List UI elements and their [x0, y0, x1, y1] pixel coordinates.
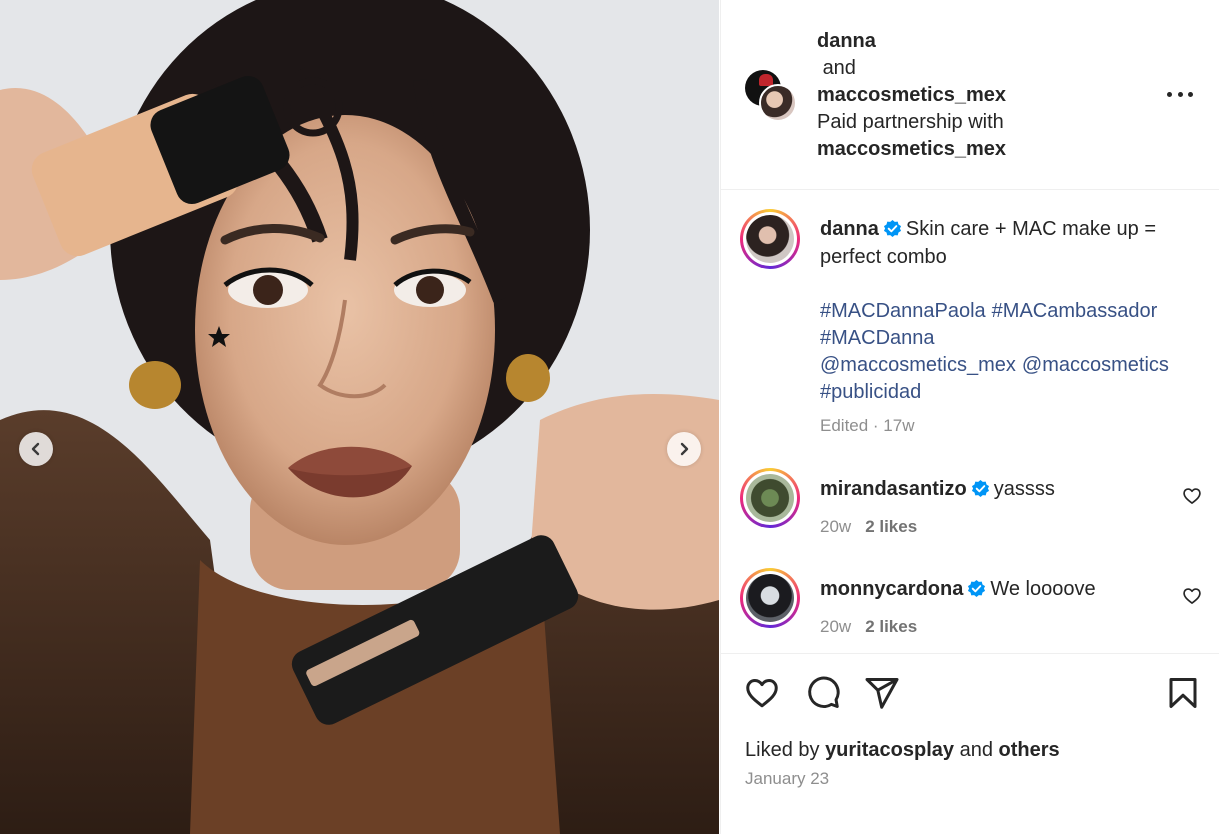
- author-avatar: [759, 84, 797, 122]
- comment-avatar[interactable]: [740, 568, 800, 628]
- comment-avatar[interactable]: [740, 468, 800, 528]
- post-side-panel: danna and maccosmetics_mex Paid partners…: [720, 0, 1219, 834]
- caption-username[interactable]: danna: [820, 218, 879, 240]
- comment-meta: 20w 2 likes: [820, 517, 917, 537]
- post-actions: Liked by yuritacosplay and others Januar…: [721, 655, 1219, 834]
- hashtag-link[interactable]: #MACDanna: [820, 325, 935, 352]
- verified-badge-icon: [968, 579, 986, 598]
- comment-likes[interactable]: 2 likes: [865, 617, 917, 636]
- bookmark-icon[interactable]: [1165, 675, 1201, 711]
- collab-avatars[interactable]: [745, 70, 797, 122]
- author-username[interactable]: danna: [817, 28, 1006, 55]
- liked-by: Liked by yuritacosplay and others: [745, 739, 1060, 761]
- caption-author-avatar[interactable]: [740, 209, 800, 269]
- comment-text: yassss: [993, 478, 1055, 500]
- comment-username[interactable]: monnycardona: [820, 578, 963, 600]
- post-photo: [0, 0, 719, 834]
- hashtag-link[interactable]: #MACambassador: [992, 298, 1158, 325]
- hashtag-link[interactable]: #MACDannaPaola: [820, 298, 986, 325]
- coauthor-username[interactable]: maccosmetics_mex: [817, 82, 1006, 109]
- comment-age: 20w: [820, 617, 852, 636]
- comment-likes[interactable]: 2 likes: [865, 517, 917, 536]
- previous-slide-button[interactable]: [19, 432, 53, 466]
- post-header: danna and maccosmetics_mex Paid partners…: [721, 0, 1219, 190]
- post-media[interactable]: [0, 0, 719, 834]
- liked-by-others[interactable]: others: [999, 739, 1060, 761]
- comments-section: danna Skin care + MAC make up = perfect c…: [721, 191, 1219, 654]
- comment-body: mirandasantizo yassss: [820, 475, 1180, 503]
- caption-meta: Edited · 17w: [820, 416, 915, 435]
- post-date[interactable]: January 23: [745, 769, 829, 789]
- caption: danna Skin care + MAC make up = perfect c…: [820, 215, 1190, 271]
- comment-like-heart-icon[interactable]: [1182, 486, 1202, 506]
- chevron-left-icon: [31, 442, 40, 456]
- and-label: and: [822, 57, 856, 79]
- hashtag-link[interactable]: #publicidad: [820, 379, 921, 406]
- verified-badge-icon: [971, 479, 989, 498]
- share-icon[interactable]: [864, 675, 900, 711]
- partner-username[interactable]: maccosmetics_mex: [817, 136, 1006, 163]
- more-horizontal-icon: [1167, 91, 1172, 97]
- caption-hashtags: #MACDannaPaola #MACambassador #MACDanna @…: [820, 298, 1190, 406]
- comment-meta: 20w 2 likes: [820, 617, 917, 637]
- liked-by-user[interactable]: yuritacosplay: [825, 739, 954, 761]
- post-header-text: danna and maccosmetics_mex Paid partners…: [817, 28, 1006, 163]
- next-slide-button[interactable]: [667, 432, 701, 466]
- verified-badge-icon: [883, 219, 901, 238]
- comment-body: monnycardona We loooove: [820, 575, 1180, 603]
- comment-age: 20w: [820, 517, 852, 536]
- comment-like-heart-icon[interactable]: [1182, 586, 1202, 606]
- comment-text: We loooove: [990, 578, 1096, 600]
- mention-link[interactable]: @maccosmetics: [1022, 352, 1169, 379]
- mention-link[interactable]: @maccosmetics_mex: [820, 352, 1016, 379]
- comment-icon[interactable]: [805, 675, 841, 711]
- more-options-button[interactable]: [1167, 84, 1193, 104]
- heart-icon[interactable]: [744, 675, 780, 711]
- paid-partnership-label: Paid partnership with: [817, 111, 1004, 133]
- chevron-right-icon: [680, 442, 689, 456]
- comment-username[interactable]: mirandasantizo: [820, 478, 967, 500]
